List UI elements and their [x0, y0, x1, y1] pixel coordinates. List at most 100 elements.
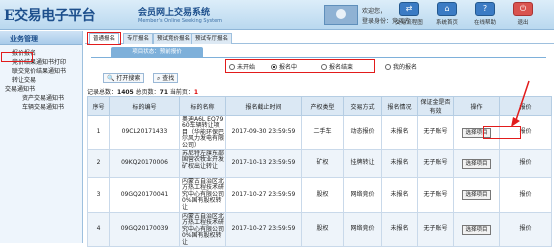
col-header: 标的编号: [109, 96, 180, 116]
platform-logo: E交易电子平台: [4, 8, 96, 24]
cell-no: 2: [87, 149, 110, 178]
system-name: 会员网上交易系统: [138, 8, 211, 18]
cell-code: 09CL20171433: [109, 115, 180, 150]
col-header: 保证金是否有效: [417, 96, 454, 116]
table-row[interactable]: 2 09KQ20170006 苏尼特左旗东部国营农牧业开发矿权出让转让 2017…: [87, 149, 552, 178]
records-current: 1: [193, 89, 199, 96]
radio-label: 我的报名: [393, 64, 418, 71]
radio-ended[interactable]: 报名结束: [321, 62, 353, 71]
radio-label: 报名中: [279, 64, 298, 71]
tab-bar: 普通报名 专厅报名 预试竞价报名 预试专厅报名: [85, 31, 554, 45]
cell-no: 4: [87, 212, 110, 247]
sidebar-item-joint-result[interactable]: 联交竞价结果通知书: [0, 67, 82, 76]
radio-registering[interactable]: 报名中: [271, 62, 297, 71]
select-project-button[interactable]: 选择项目: [462, 224, 491, 235]
cell-name: 苏尼特左旗东部国营农牧业开发矿权出让转让: [182, 149, 225, 170]
cell-name: 内蒙古自治区北方热工程技术研究中心有限公司0%国有股权转让: [182, 177, 225, 211]
col-header: 操作: [453, 96, 500, 116]
home-label: 系统首页: [435, 20, 458, 26]
section-title: 项目状态：预前报价: [111, 47, 203, 57]
sidebar-item-vehicle-notice[interactable]: 车辆交易通知书: [0, 103, 82, 112]
cell-name: 内蒙古自治区北方热工程技术研究中心有限公司0%国有股权转让: [182, 212, 225, 246]
cell-status: 未报名: [381, 212, 418, 247]
radio-not-started[interactable]: 未开始: [229, 62, 255, 71]
cell-ptype: 股权: [301, 177, 344, 213]
col-header: 序号: [87, 96, 110, 116]
exit-label: 退出: [517, 20, 529, 26]
radio-mine[interactable]: 我的报名: [385, 62, 417, 71]
cell-deposit: 无子账号: [417, 212, 454, 247]
sidebar-group-notices[interactable]: 交易通知书: [0, 85, 82, 94]
record-count: 记录总数：1405 总页数：71 当前页：1: [87, 87, 198, 96]
col-header: 交易方式: [343, 96, 382, 116]
sidebar-title: 业务管理: [0, 31, 82, 45]
cell-ptype: 二手车: [301, 115, 344, 150]
identity-label: 登录身份：: [362, 18, 393, 25]
records-pages-label: 总页数：: [133, 89, 160, 96]
records-total: 1405: [117, 89, 134, 96]
cell-deadline: 2017-09-30 23:59:59: [225, 115, 302, 150]
divider: [91, 57, 546, 58]
cell-code: 09GQ20170041: [109, 177, 180, 213]
tab-pre-hall[interactable]: 预试专厅报名: [191, 33, 233, 44]
cell-no: 3: [87, 177, 110, 213]
home-button[interactable]: ⌂ 系统首页: [428, 2, 466, 28]
select-project-button[interactable]: 选择项目: [462, 190, 491, 200]
header-bar: E交易电子平台 会员网上交易系统 Member's Online Seeking…: [0, 0, 554, 30]
table-header-row: 序号 标的编号 标的名称 报名截止时间 产权类型 交易方式 报名情况 保证金是否…: [87, 96, 552, 116]
quote-link[interactable]: 报价: [499, 177, 552, 213]
exit-button[interactable]: ⏻ 退出: [504, 2, 542, 28]
welcome-text: 欢迎您，: [362, 8, 387, 15]
flowchart-button[interactable]: ⇄ 交易流程图: [390, 2, 428, 28]
open-search-button[interactable]: 🔍 打开搜索: [103, 73, 145, 83]
cell-method: 网络竞价: [343, 177, 382, 213]
cell-method: 动态报价: [343, 115, 382, 150]
table-row[interactable]: 4 09GQ20170039 内蒙古自治区北方热工程技术研究中心有限公司0%国有…: [87, 212, 552, 247]
col-header: 报名截止时间: [225, 96, 302, 116]
cell-deposit: 无子账号: [417, 115, 454, 150]
find-icon: ⌕: [157, 75, 161, 82]
quote-link[interactable]: 报价: [499, 212, 552, 247]
project-table: 序号 标的编号 标的名称 报名截止时间 产权类型 交易方式 报名情况 保证金是否…: [87, 96, 552, 247]
cell-code: 09KQ20170006: [109, 149, 180, 178]
find-label: 查找: [162, 75, 175, 82]
help-button[interactable]: ? 在线帮助: [466, 2, 504, 28]
system-name-en: Member's Online Seeking System: [138, 18, 223, 24]
exit-icon: ⏻: [513, 2, 533, 16]
col-header: 报名情况: [381, 96, 418, 116]
select-project-button[interactable]: 选择项目: [462, 158, 491, 169]
tab-hall[interactable]: 专厅报名: [123, 33, 154, 44]
cell-deposit: 无子账号: [417, 149, 454, 178]
cell-deadline: 2017-10-27 23:59:59: [225, 177, 302, 213]
radio-circle-icon: [321, 64, 327, 70]
col-header: 标的名称: [179, 96, 226, 116]
table-row[interactable]: 1 09CL20171433 奥迪A6L EQ7960车辆转让项目（华能环保巴尔…: [87, 115, 552, 150]
flowchart-label: 交易流程图: [395, 20, 423, 26]
cell-no: 1: [87, 115, 110, 150]
radio-circle-icon: [271, 64, 277, 70]
help-label: 在线帮助: [473, 20, 496, 26]
cell-code: 09GQ20170039: [109, 212, 180, 247]
cell-status: 未报名: [381, 177, 418, 213]
quote-link[interactable]: 报价: [499, 149, 552, 178]
records-prefix: 记录总数：: [87, 89, 118, 96]
flowchart-icon: ⇄: [399, 2, 419, 16]
sidebar: 业务管理 报价报名 竞价结果通知书打印 联交竞价结果通知书 转让交易 交易通知书…: [0, 31, 83, 243]
open-search-label: 打开搜索: [116, 75, 141, 82]
radio-circle-icon: [385, 64, 391, 70]
cell-deposit: 无子账号: [417, 177, 454, 213]
cell-name: 奥迪A6L EQ7960车辆转让项目（华能环保巴尔风力发电有限公司）: [182, 115, 225, 149]
cell-ptype: 矿权: [301, 149, 344, 178]
cell-deadline: 2017-10-27 23:59:59: [225, 212, 302, 247]
tab-pre-bid[interactable]: 预试竞价报名: [153, 33, 195, 44]
highlight-box: [1, 52, 33, 62]
cell-method: 挂牌转让: [343, 149, 382, 178]
cell-status: 未报名: [381, 115, 418, 150]
sidebar-item-transfer[interactable]: 转让交易: [0, 76, 82, 85]
table-row[interactable]: 3 09GQ20170041 内蒙古自治区北方热工程技术研究中心有限公司0%国有…: [87, 177, 552, 213]
sidebar-item-asset-notice[interactable]: 资产交易通知书: [0, 94, 82, 103]
cell-deadline: 2017-10-13 23:59:59: [225, 149, 302, 178]
home-icon: ⌂: [437, 2, 457, 16]
find-button[interactable]: ⌕ 查找: [153, 73, 179, 83]
user-avatar-icon: [324, 5, 358, 25]
